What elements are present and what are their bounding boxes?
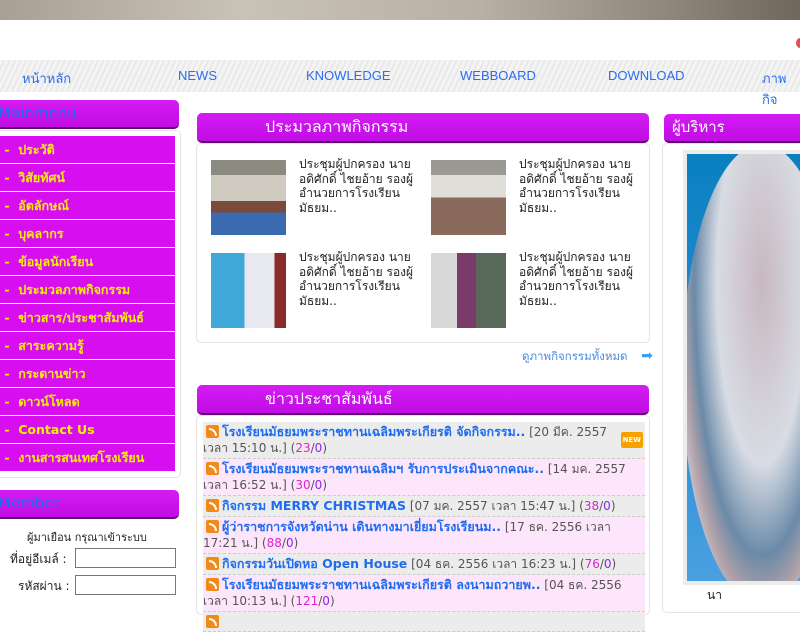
- menu-item-identity[interactable]: - อัตลักษณ์: [0, 192, 175, 219]
- arrow-right-icon: ➡: [641, 348, 653, 364]
- replies-count: 0: [322, 594, 330, 608]
- menu-label: Contact Us: [18, 422, 95, 437]
- admin-header: ผู้บริหาร: [664, 114, 800, 143]
- news-item[interactable]: กิจกรรมวันเปิดหอ Open House [04 ธค. 2556…: [203, 554, 645, 575]
- gallery-caption[interactable]: ประชุมผู้ปกครอง นายอดิศักดิ์ ไชยอ้าย รอง…: [299, 250, 424, 308]
- menu-label: บุคลากร: [18, 226, 64, 241]
- news-item[interactable]: ผู้ว่าราชการจังหวัดน่าน เดินทางมาเยี่ยมโ…: [203, 517, 645, 554]
- email-field[interactable]: [75, 548, 176, 568]
- views-count: 30: [295, 478, 311, 492]
- news-title-link[interactable]: กิจกรรมวันเปิดหอ Open House: [222, 556, 407, 571]
- gallery-caption[interactable]: ประชุมผู้ปกครอง นายอดิศักดิ์ ไชยอ้าย รอง…: [519, 250, 644, 308]
- admin-caption: นา: [707, 588, 722, 602]
- top-right-logo: [796, 38, 800, 48]
- menu-item-students[interactable]: - ข้อมูลนักเรียน: [0, 248, 175, 275]
- gallery-photo[interactable]: [431, 160, 506, 235]
- menu-item-vision[interactable]: - วิสัยทัศน์: [0, 164, 175, 191]
- nav-webboard[interactable]: WEBBOARD: [460, 68, 536, 83]
- view-all-gallery-link[interactable]: ดูภาพกิจกรรมทั้งหมด ➡: [522, 348, 653, 366]
- news-title: ข่าวประชาสัมพันธ์: [265, 389, 393, 408]
- news-list: โรงเรียนมัธยมพระราชทานเฉลิมพระเกียรติ จั…: [203, 422, 645, 632]
- nav-news[interactable]: NEWS: [178, 68, 217, 83]
- gallery-photo[interactable]: [211, 253, 286, 328]
- menu-item-webboard[interactable]: - กระดานข่าว: [0, 360, 175, 387]
- menu-label: สาระความรู้: [18, 338, 84, 353]
- menu-item-download[interactable]: - ดาวน์โหลด: [0, 388, 175, 415]
- menu-label: ดาวน์โหลด: [18, 394, 80, 409]
- views-count: 88: [266, 536, 282, 550]
- gallery-item[interactable]: ประชุมผู้ปกครอง นายอดิศักดิ์ ไชยอ้าย รอง…: [431, 157, 646, 235]
- news-title-link[interactable]: โรงเรียนมัธยมพระราชทานเฉลิมพระเกียรติ ลง…: [222, 577, 540, 592]
- menu-label: ข่าวสาร/ประชาสัมพันธ์: [18, 310, 144, 325]
- news-title-link[interactable]: ผู้ว่าราชการจังหวัดน่าน เดินทางมาเยี่ยมโ…: [222, 519, 501, 534]
- news-item[interactable]: โรงเรียนมัธยมพระราชทานเฉลิมพระเกียรติ จั…: [203, 422, 645, 459]
- menu-label: ประมวลภาพกิจกรรม: [18, 282, 131, 297]
- mainmenu-header: Mainmenu: [0, 100, 179, 129]
- gallery-header: ประมวลภาพกิจกรรม: [197, 113, 649, 143]
- nav-knowledge[interactable]: KNOWLEDGE: [306, 68, 391, 83]
- menu-label: ประวัติ: [18, 142, 55, 157]
- menu-label: อัตลักษณ์: [18, 198, 69, 213]
- menu-item-knowledge[interactable]: - สาระความรู้: [0, 332, 175, 359]
- menu-label: ข้อมูลนักเรียน: [18, 254, 94, 269]
- rss-icon: [206, 557, 219, 570]
- replies-count: 0: [603, 557, 612, 571]
- mainmenu-list: - ประวัติ - วิสัยทัศน์ - อัตลักษณ์ - บุค…: [0, 136, 175, 472]
- nav-home[interactable]: หน้าหลัก: [22, 68, 71, 89]
- rss-icon: [206, 578, 219, 591]
- banner-image: [0, 0, 800, 20]
- views-count: 23: [295, 441, 311, 455]
- menu-item-news[interactable]: - ข่าวสาร/ประชาสัมพันธ์: [0, 304, 175, 331]
- email-label: ที่อยู่อีเมล์ :: [10, 552, 67, 566]
- menu-label: กระดานข่าว: [18, 366, 86, 381]
- nav-gallery[interactable]: ภาพกิจ: [762, 68, 800, 110]
- menu-item-history[interactable]: - ประวัติ: [0, 136, 175, 163]
- menu-item-information[interactable]: - งานสารสนเทศโรงเรียน: [0, 444, 175, 471]
- views-count: 38: [583, 499, 600, 513]
- news-title-link[interactable]: โรงเรียนมัธยมพระราชทานเฉลิมฯ รับการประเม…: [222, 461, 544, 476]
- news-date: [04 ธค. 2556 เวลา 16:23 น.]: [411, 557, 577, 571]
- rss-icon: [206, 615, 219, 628]
- rss-icon: [206, 499, 219, 512]
- news-header: ข่าวประชาสัมพันธ์: [197, 385, 649, 415]
- news-item[interactable]: โรงเรียนมัธยมพระราชทานเฉลิมฯ รับการประเม…: [203, 459, 645, 496]
- rss-icon: [206, 520, 219, 533]
- menu-item-gallery[interactable]: - ประมวลภาพกิจกรรม: [0, 276, 175, 303]
- news-item[interactable]: โรงเรียนมัธยมพระราชทานเฉลิมพระเกียรติ ลง…: [203, 575, 645, 612]
- views-count: 76: [584, 557, 600, 571]
- password-label: รหัสผ่าน :: [18, 579, 70, 593]
- gallery-photo[interactable]: [211, 160, 286, 235]
- replies-count: 0: [314, 478, 323, 492]
- new-badge: NEW: [620, 432, 643, 448]
- rss-icon: [206, 425, 219, 438]
- member-greeting: ผู้มาเยือน กรุณาเข้าระบบ: [27, 531, 147, 544]
- news-item[interactable]: [203, 612, 645, 632]
- gallery-item[interactable]: ประชุมผู้ปกครอง นายอดิศักดิ์ ไชยอ้าย รอง…: [211, 250, 426, 328]
- view-all-label: ดูภาพกิจกรรมทั้งหมด: [522, 349, 628, 363]
- news-item[interactable]: กิจกรรม MERRY CHRISTMAS [07 มค. 2557 เวล…: [203, 496, 645, 517]
- admin-photo: [683, 150, 800, 585]
- replies-count: 0: [314, 441, 323, 455]
- gallery-caption[interactable]: ประชุมผู้ปกครอง นายอดิศักดิ์ ไชยอ้าย รอง…: [519, 157, 644, 215]
- menu-item-contact[interactable]: - Contact Us: [0, 416, 175, 443]
- nav-download[interactable]: DOWNLOAD: [608, 68, 685, 83]
- gallery-title: ประมวลภาพกิจกรรม: [265, 117, 409, 136]
- menu-label: งานสารสนเทศโรงเรียน: [18, 450, 145, 465]
- news-title-link[interactable]: โรงเรียนมัธยมพระราชทานเฉลิมพระเกียรติ จั…: [222, 424, 525, 439]
- password-field[interactable]: [75, 575, 176, 595]
- gallery-item[interactable]: ประชุมผู้ปกครอง นายอดิศักดิ์ ไชยอ้าย รอง…: [431, 250, 646, 328]
- news-title-link[interactable]: กิจกรรม MERRY CHRISTMAS: [222, 498, 406, 513]
- news-date: [07 มค. 2557 เวลา 15:47 น.]: [409, 499, 576, 513]
- replies-count: 0: [285, 536, 294, 550]
- member-header: Member: [0, 490, 179, 519]
- top-nav: หน้าหลัก NEWS KNOWLEDGE WEBBOARD DOWNLOA…: [0, 60, 800, 107]
- menu-item-personnel[interactable]: - บุคลากร: [0, 220, 175, 247]
- menu-label: วิสัยทัศน์: [18, 170, 65, 185]
- replies-count: 0: [603, 499, 611, 513]
- views-count: 121: [295, 594, 319, 608]
- gallery-photo[interactable]: [431, 253, 506, 328]
- gallery-item[interactable]: ประชุมผู้ปกครอง นายอดิศักดิ์ ไชยอ้าย รอง…: [211, 157, 426, 235]
- gallery-caption[interactable]: ประชุมผู้ปกครอง นายอดิศักดิ์ ไชยอ้าย รอง…: [299, 157, 424, 215]
- rss-icon: [206, 462, 219, 475]
